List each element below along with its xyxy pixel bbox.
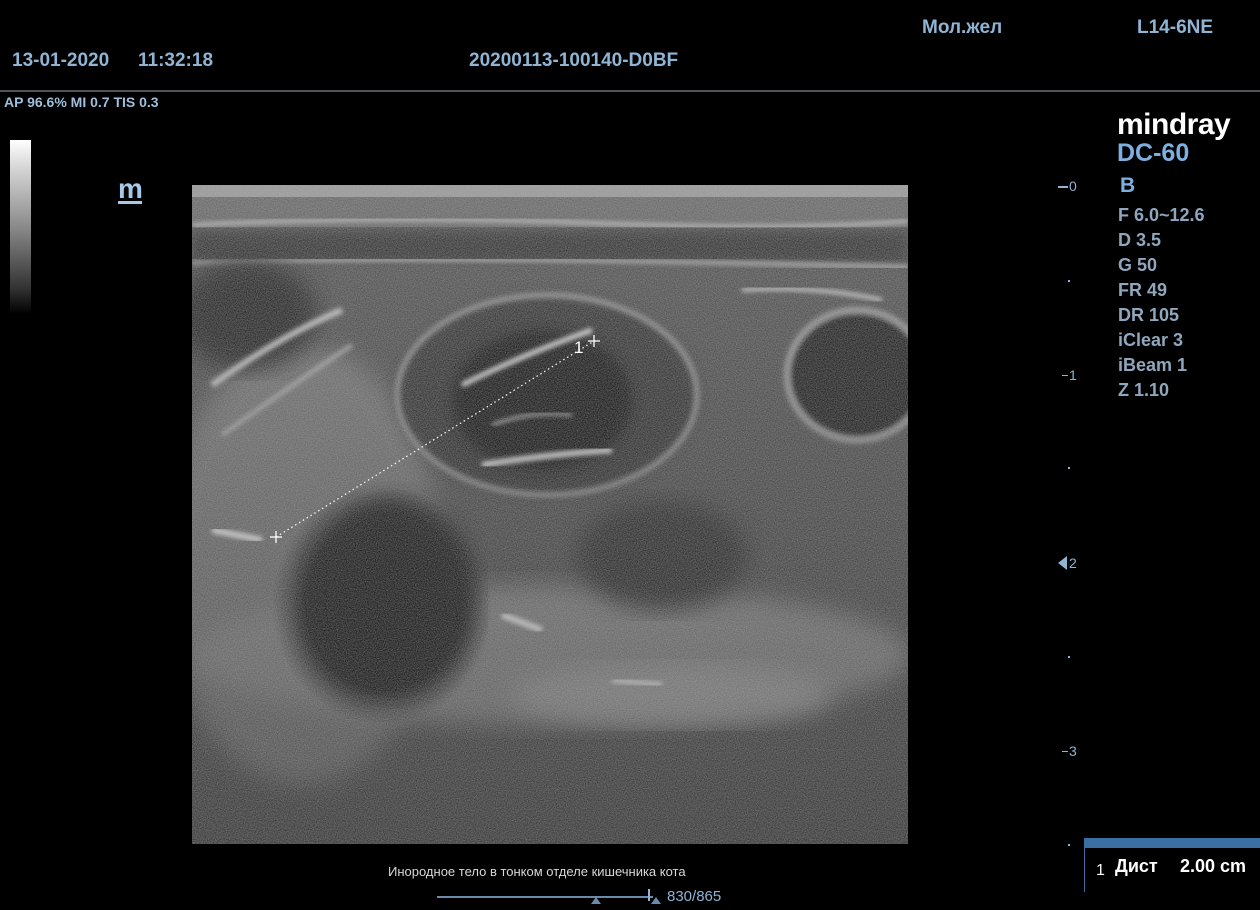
grayscale-bar-icon [10, 140, 31, 314]
caliper-label: 1 [574, 338, 583, 357]
imaging-parameters: F 6.0~12.6 D 3.5 G 50 FR 49 DR 105 iClea… [1118, 203, 1205, 403]
depth-dot [1068, 467, 1070, 469]
ultrasound-image[interactable]: 1 [192, 185, 908, 844]
param-frame-rate: FR 49 [1118, 280, 1168, 300]
depth-tick-mark [1062, 751, 1068, 752]
depth-tick-mark [1062, 375, 1068, 376]
system-model: DC-60 [1117, 139, 1190, 167]
study-id: 20200113-100140-D0BF [469, 50, 679, 71]
focus-arrow-icon[interactable] [1058, 556, 1067, 570]
brand-logo: mindray [1117, 108, 1231, 141]
imaging-mode[interactable]: B [1120, 174, 1135, 198]
header-divider [0, 90, 1260, 92]
depth-label-2: 2 [1069, 555, 1077, 571]
depth-dot [1068, 656, 1070, 658]
depth-label-3: 3 [1069, 743, 1077, 759]
cine-scrollbar[interactable] [437, 896, 653, 898]
probe-name[interactable]: L14-6NE [1137, 17, 1213, 39]
param-gain: G 50 [1118, 255, 1158, 275]
measurement-label: Дист [1115, 856, 1158, 876]
depth-dot [1068, 280, 1070, 282]
param-ibeam: iBeam 1 [1118, 355, 1188, 375]
depth-tick-mark [1058, 186, 1068, 188]
depth-label-0: 0 [1069, 178, 1077, 194]
mindray-m-icon: m [118, 173, 143, 204]
exam-time: 11:32:18 [138, 50, 214, 71]
ultrasound-image-canvas: 1 [192, 185, 908, 844]
param-zoom: Z 1.10 [1118, 380, 1170, 400]
acoustic-output-readout: AP 96.6% MI 0.7 TIS 0.3 [4, 94, 159, 110]
depth-dot [1068, 844, 1070, 846]
exam-preset[interactable]: Мол.жел [922, 17, 1002, 39]
cine-end-marker [648, 889, 650, 901]
cine-frame-counter: 830/865 [667, 888, 722, 905]
image-comment: Инородное тело в тонком отделе кишечника… [388, 864, 686, 879]
param-depth: D 3.5 [1118, 230, 1162, 250]
depth-label-1: 1 [1069, 367, 1077, 383]
measurement-index: 1 [1096, 862, 1105, 879]
cine-marker-icon[interactable] [591, 897, 601, 904]
measurement-value: 2.00 cm [1180, 856, 1247, 876]
exam-date: 13-01-2020 [12, 50, 110, 71]
param-iclear: iClear 3 [1118, 330, 1184, 350]
param-dynamic-range: DR 105 [1118, 305, 1180, 325]
cine-marker-icon[interactable] [651, 897, 661, 904]
param-frequency: F 6.0~12.6 [1118, 205, 1205, 225]
